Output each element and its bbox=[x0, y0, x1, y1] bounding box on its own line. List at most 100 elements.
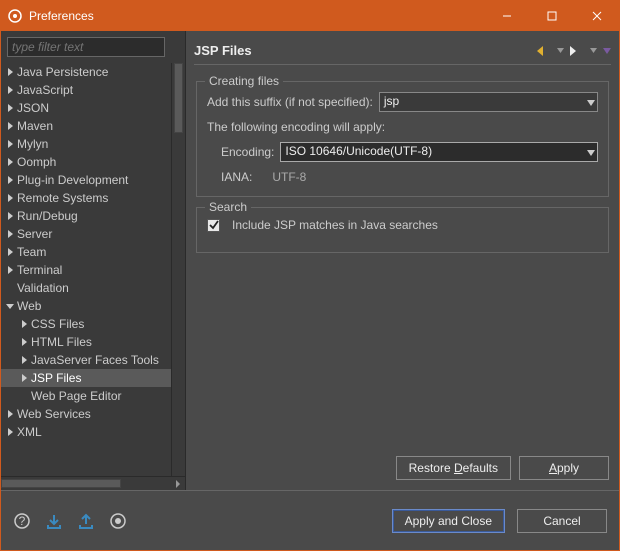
chevron-right-icon bbox=[5, 194, 15, 202]
maximize-button[interactable] bbox=[529, 1, 574, 31]
iana-value: UTF-8 bbox=[272, 170, 306, 184]
tree-item[interactable]: Server bbox=[1, 225, 171, 243]
tree-item-label: Run/Debug bbox=[17, 209, 78, 223]
suffix-value: jsp bbox=[384, 94, 399, 108]
tree-item[interactable]: Web bbox=[1, 297, 171, 315]
tree-item[interactable]: Web Services bbox=[1, 405, 171, 423]
tree-item[interactable]: Remote Systems bbox=[1, 189, 171, 207]
tree-item[interactable]: JSP Files bbox=[1, 369, 171, 387]
tree-item[interactable]: XML bbox=[1, 423, 171, 441]
creating-files-group: Creating files Add this suffix (if not s… bbox=[196, 81, 609, 197]
chevron-right-icon bbox=[5, 176, 15, 184]
tree-item[interactable]: JSON bbox=[1, 99, 171, 117]
iana-label: IANA: bbox=[221, 170, 252, 184]
help-icon[interactable]: ? bbox=[13, 512, 31, 530]
include-jsp-label: Include JSP matches in Java searches bbox=[232, 218, 438, 232]
tree-item-label: Plug-in Development bbox=[17, 173, 128, 187]
export-icon[interactable] bbox=[77, 512, 95, 530]
nav-forward-menu[interactable] bbox=[590, 48, 597, 53]
nav-forward-button[interactable] bbox=[570, 46, 584, 56]
tree-item-label: Validation bbox=[17, 281, 69, 295]
tree-item-label: Maven bbox=[17, 119, 53, 133]
tree-item-label: JSON bbox=[17, 101, 49, 115]
tree-item-label: Remote Systems bbox=[17, 191, 108, 205]
sidebar: Java Persistence JavaScript JSON Maven Mylyn… bbox=[1, 31, 186, 490]
tree-item-label: Server bbox=[17, 227, 52, 241]
chevron-right-icon bbox=[19, 320, 29, 328]
tree-item[interactable]: Web Page Editor bbox=[1, 387, 171, 405]
tree-item-label: Oomph bbox=[17, 155, 56, 169]
encoding-note: The following encoding will apply: bbox=[207, 120, 385, 134]
minimize-button[interactable] bbox=[484, 1, 529, 31]
encoding-label: Encoding: bbox=[221, 145, 274, 159]
tree-item[interactable]: HTML Files bbox=[1, 333, 171, 351]
scroll-right-icon[interactable] bbox=[171, 477, 185, 490]
page-title: JSP Files bbox=[194, 43, 537, 58]
tree-item-label: JSP Files bbox=[31, 371, 81, 385]
chevron-right-icon bbox=[19, 374, 29, 382]
tree-item-label: Java Persistence bbox=[17, 65, 108, 79]
oomph-icon[interactable] bbox=[109, 512, 127, 530]
suffix-label: Add this suffix (if not specified): bbox=[207, 95, 373, 109]
chevron-right-icon bbox=[5, 158, 15, 166]
nav-back-button[interactable] bbox=[537, 46, 551, 56]
app-icon bbox=[7, 8, 23, 24]
chevron-down-icon bbox=[587, 95, 595, 109]
chevron-right-icon bbox=[5, 68, 15, 76]
chevron-right-icon bbox=[19, 356, 29, 364]
import-icon[interactable] bbox=[45, 512, 63, 530]
chevron-right-icon bbox=[5, 122, 15, 130]
preference-tree[interactable]: Java Persistence JavaScript JSON Maven Mylyn… bbox=[1, 63, 171, 476]
cancel-button[interactable]: Cancel bbox=[517, 509, 607, 533]
group-legend: Creating files bbox=[205, 75, 283, 88]
main-panel: JSP Files Creating files Add this suffix… bbox=[186, 31, 619, 490]
vertical-scrollbar[interactable] bbox=[171, 63, 185, 476]
nav-back-menu[interactable] bbox=[557, 48, 564, 53]
tree-item-label: JavaServer Faces Tools bbox=[31, 353, 159, 367]
chevron-right-icon bbox=[5, 230, 15, 238]
chevron-down-icon bbox=[5, 302, 15, 310]
apply-button[interactable]: Apply bbox=[519, 456, 609, 480]
tree-item[interactable]: JavaServer Faces Tools bbox=[1, 351, 171, 369]
group-legend: Search bbox=[205, 200, 251, 214]
tree-item[interactable]: Mylyn bbox=[1, 135, 171, 153]
tree-item[interactable]: Oomph bbox=[1, 153, 171, 171]
filter-input[interactable] bbox=[7, 37, 165, 57]
view-menu-icon[interactable] bbox=[603, 48, 611, 54]
tree-item[interactable]: Run/Debug bbox=[1, 207, 171, 225]
encoding-select[interactable]: ISO 10646/Unicode(UTF-8) bbox=[280, 142, 598, 162]
tree-item[interactable]: Terminal bbox=[1, 261, 171, 279]
tree-item-label: Web bbox=[17, 299, 41, 313]
tree-item-label: JavaScript bbox=[17, 83, 73, 97]
tree-item[interactable]: JavaScript bbox=[1, 81, 171, 99]
chevron-right-icon bbox=[19, 338, 29, 346]
horizontal-scrollbar[interactable] bbox=[1, 476, 185, 490]
tree-item[interactable]: CSS Files bbox=[1, 315, 171, 333]
tree-item-label: Web Page Editor bbox=[31, 389, 122, 403]
chevron-right-icon bbox=[5, 86, 15, 94]
chevron-right-icon bbox=[5, 140, 15, 148]
include-jsp-checkbox[interactable] bbox=[207, 219, 220, 232]
footer: ? Apply and Close Cancel bbox=[1, 490, 619, 550]
chevron-right-icon bbox=[5, 266, 15, 274]
tree-item[interactable]: Validation bbox=[1, 279, 171, 297]
titlebar: Preferences bbox=[1, 1, 619, 31]
tree-item[interactable]: Maven bbox=[1, 117, 171, 135]
scrollbar-thumb[interactable] bbox=[174, 63, 183, 133]
tree-item-label: CSS Files bbox=[31, 317, 84, 331]
tree-item[interactable]: Team bbox=[1, 243, 171, 261]
tree-item-label: Team bbox=[17, 245, 46, 259]
encoding-value: ISO 10646/Unicode(UTF-8) bbox=[285, 144, 432, 158]
svg-text:?: ? bbox=[19, 514, 26, 528]
tree-item[interactable]: Java Persistence bbox=[1, 63, 171, 81]
chevron-down-icon bbox=[587, 145, 595, 159]
chevron-right-icon bbox=[5, 104, 15, 112]
chevron-right-icon bbox=[5, 248, 15, 256]
close-button[interactable] bbox=[574, 1, 619, 31]
restore-defaults-button[interactable]: Restore Defaults bbox=[396, 456, 511, 480]
scrollbar-thumb[interactable] bbox=[1, 479, 121, 488]
apply-and-close-button[interactable]: Apply and Close bbox=[392, 509, 505, 533]
suffix-select[interactable]: jsp bbox=[379, 92, 598, 112]
tree-item[interactable]: Plug-in Development bbox=[1, 171, 171, 189]
tree-item-label: Web Services bbox=[17, 407, 91, 421]
